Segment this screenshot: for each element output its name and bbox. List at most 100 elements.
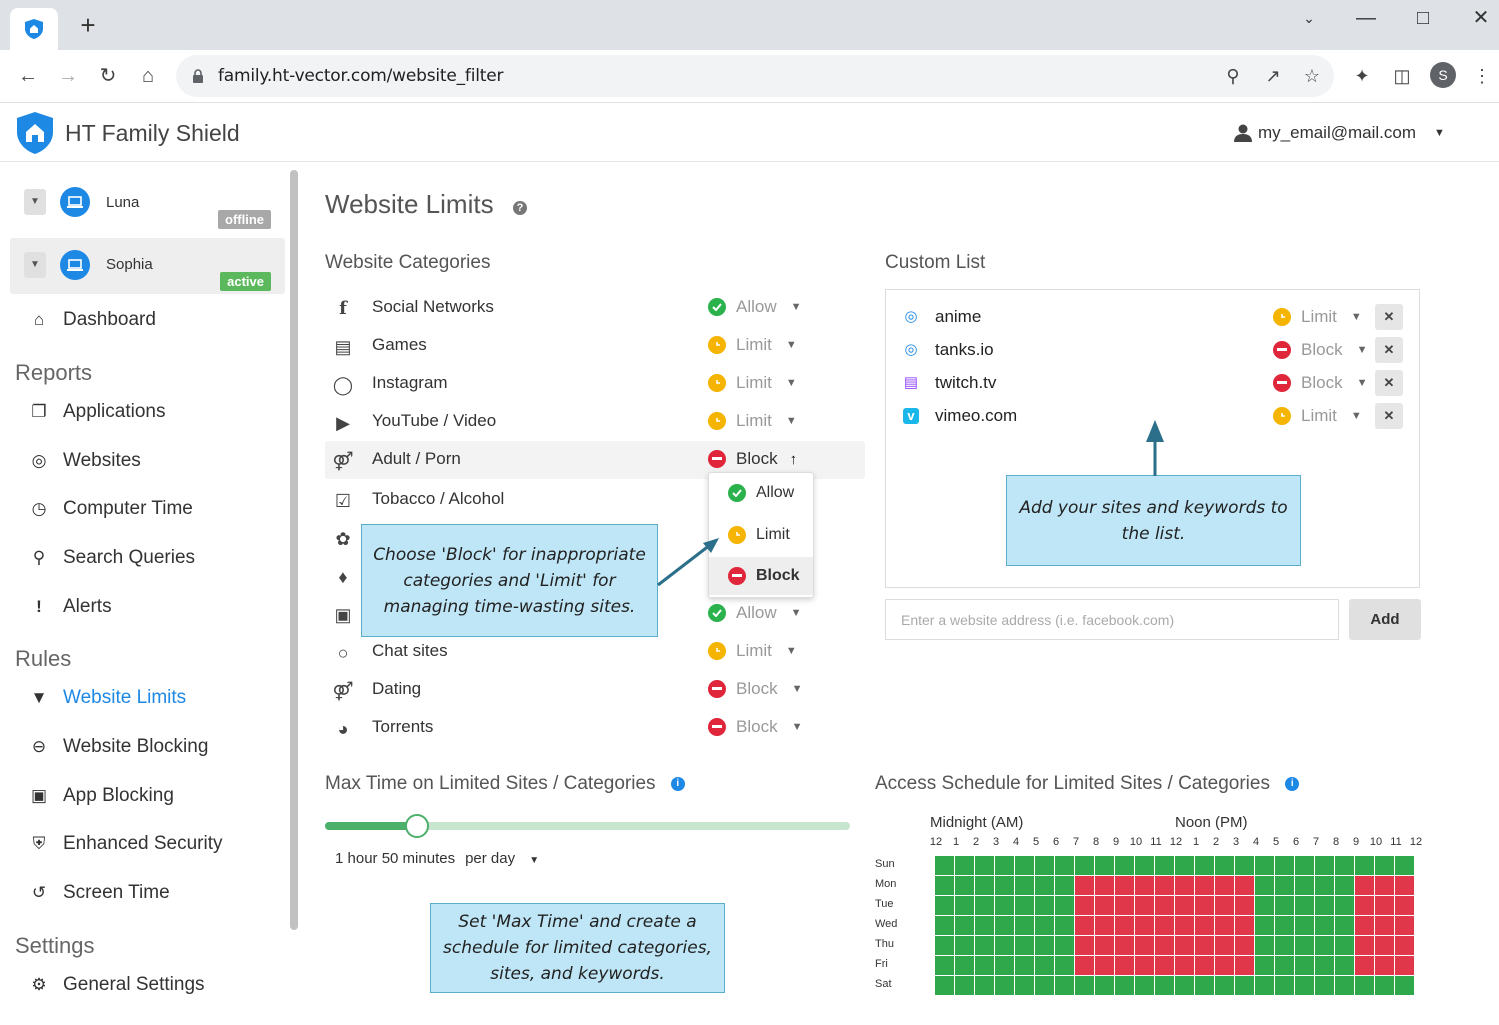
schedule-cell[interactable] [1175,956,1195,976]
schedule-cell[interactable] [1035,956,1055,976]
schedule-cell[interactable] [1215,976,1235,996]
schedule-cell[interactable] [1315,976,1335,996]
schedule-cell[interactable] [1035,856,1055,876]
back-icon[interactable]: ← [14,62,42,90]
schedule-cell[interactable] [1375,956,1395,976]
sidebar-item-dashboard[interactable]: ⌂ Dashboard [28,309,156,331]
schedule-cell[interactable] [1375,976,1395,996]
sidebar-item-app-blocking[interactable]: ▣ App Blocking [28,785,174,807]
schedule-cell[interactable] [1335,916,1355,936]
schedule-cell[interactable] [1075,956,1095,976]
sidebar-item-screen-time[interactable]: ↺ Screen Time [28,882,170,904]
schedule-cell[interactable] [1015,876,1035,896]
schedule-cell[interactable] [1215,956,1235,976]
schedule-cell[interactable] [1315,896,1335,916]
schedule-cell[interactable] [1075,936,1095,956]
schedule-cell[interactable] [1355,956,1375,976]
schedule-cell[interactable] [1175,876,1195,896]
schedule-cell[interactable] [1055,936,1075,956]
schedule-cell[interactable] [1355,876,1375,896]
schedule-cell[interactable] [1155,936,1175,956]
new-tab-button[interactable]: + [76,12,100,38]
schedule-cell[interactable] [1195,916,1215,936]
schedule-cell[interactable] [1015,896,1035,916]
schedule-cell[interactable] [1075,876,1095,896]
schedule-cell[interactable] [1135,936,1155,956]
schedule-cell[interactable] [1395,976,1415,996]
close-window-button[interactable]: ✕ [1463,4,1499,32]
schedule-cell[interactable] [995,896,1015,916]
remove-item-button[interactable]: ✕ [1375,403,1403,429]
schedule-cell[interactable] [1235,936,1255,956]
device-dropdown-toggle[interactable]: ▼ [24,189,46,215]
schedule-cell[interactable] [1035,976,1055,996]
schedule-cell[interactable] [1375,856,1395,876]
schedule-cell[interactable] [1115,876,1135,896]
schedule-cell[interactable] [995,856,1015,876]
schedule-cell[interactable] [1115,916,1135,936]
schedule-cell[interactable] [955,916,975,936]
schedule-cell[interactable] [975,896,995,916]
custom-status-select[interactable]: Block ▼ [1273,373,1367,393]
schedule-cell[interactable] [955,876,975,896]
schedule-cell[interactable] [1055,956,1075,976]
info-icon[interactable]: i [670,776,685,791]
sidebar-item-alerts[interactable]: ! Alerts [28,596,111,618]
schedule-cell[interactable] [1095,896,1115,916]
sidebar-item-websites[interactable]: ◎ Websites [28,450,141,472]
schedule-cell[interactable] [1215,896,1235,916]
schedule-cell[interactable] [1295,916,1315,936]
schedule-cell[interactable] [1155,976,1175,996]
schedule-cell[interactable] [1275,876,1295,896]
schedule-cell[interactable] [1295,976,1315,996]
schedule-cell[interactable] [1295,876,1315,896]
sidebar-item-search-queries[interactable]: ⚲ Search Queries [28,547,195,569]
schedule-cell[interactable] [1215,856,1235,876]
category-status-select[interactable]: Block ▼ [708,717,802,737]
schedule-cell[interactable] [1135,976,1155,996]
schedule-cell[interactable] [1335,976,1355,996]
sidebar-item-website-blocking[interactable]: ⊖ Website Blocking [28,736,209,758]
schedule-cell[interactable] [1175,856,1195,876]
schedule-cell[interactable] [935,876,955,896]
schedule-cell[interactable] [1195,936,1215,956]
schedule-cell[interactable] [1275,896,1295,916]
profile-avatar[interactable]: S [1430,62,1456,88]
schedule-cell[interactable] [1275,936,1295,956]
sidebar-scrollbar[interactable] [290,170,298,930]
schedule-cell[interactable] [955,856,975,876]
schedule-cell[interactable] [1355,916,1375,936]
schedule-cell[interactable] [1115,976,1135,996]
schedule-cell[interactable] [955,956,975,976]
schedule-cell[interactable] [1195,956,1215,976]
device-item-sophia[interactable]: ▼ Sophia active [10,238,285,294]
schedule-cell[interactable] [1195,896,1215,916]
custom-status-select[interactable]: Limit ▼ [1273,307,1362,327]
category-status-select[interactable]: Limit ▼ [708,641,797,661]
schedule-cell[interactable] [1075,976,1095,996]
schedule-cell[interactable] [1395,876,1415,896]
schedule-cell[interactable] [1295,896,1315,916]
schedule-cell[interactable] [975,956,995,976]
schedule-cell[interactable] [1035,896,1055,916]
schedule-cell[interactable] [1135,896,1155,916]
max-time-slider[interactable] [325,814,850,838]
schedule-cell[interactable] [1055,876,1075,896]
category-status-select[interactable]: Block ▼ [708,679,802,699]
schedule-cell[interactable] [1355,976,1375,996]
schedule-cell[interactable] [1375,876,1395,896]
sidebar-item-website-limits[interactable]: ▼ Website Limits [28,687,187,709]
schedule-cell[interactable] [1235,956,1255,976]
browser-menu-icon[interactable]: ⋮ [1469,63,1495,89]
schedule-cell[interactable] [1095,856,1115,876]
schedule-cell[interactable] [975,936,995,956]
schedule-cell[interactable] [1395,956,1415,976]
schedule-cell[interactable] [1055,856,1075,876]
schedule-cell[interactable] [1315,856,1335,876]
schedule-cell[interactable] [1055,896,1075,916]
schedule-cell[interactable] [1015,856,1035,876]
maximize-button[interactable]: □ [1405,4,1441,32]
schedule-cell[interactable] [1235,856,1255,876]
schedule-cell[interactable] [1095,976,1115,996]
minimize-button[interactable]: — [1348,4,1384,32]
